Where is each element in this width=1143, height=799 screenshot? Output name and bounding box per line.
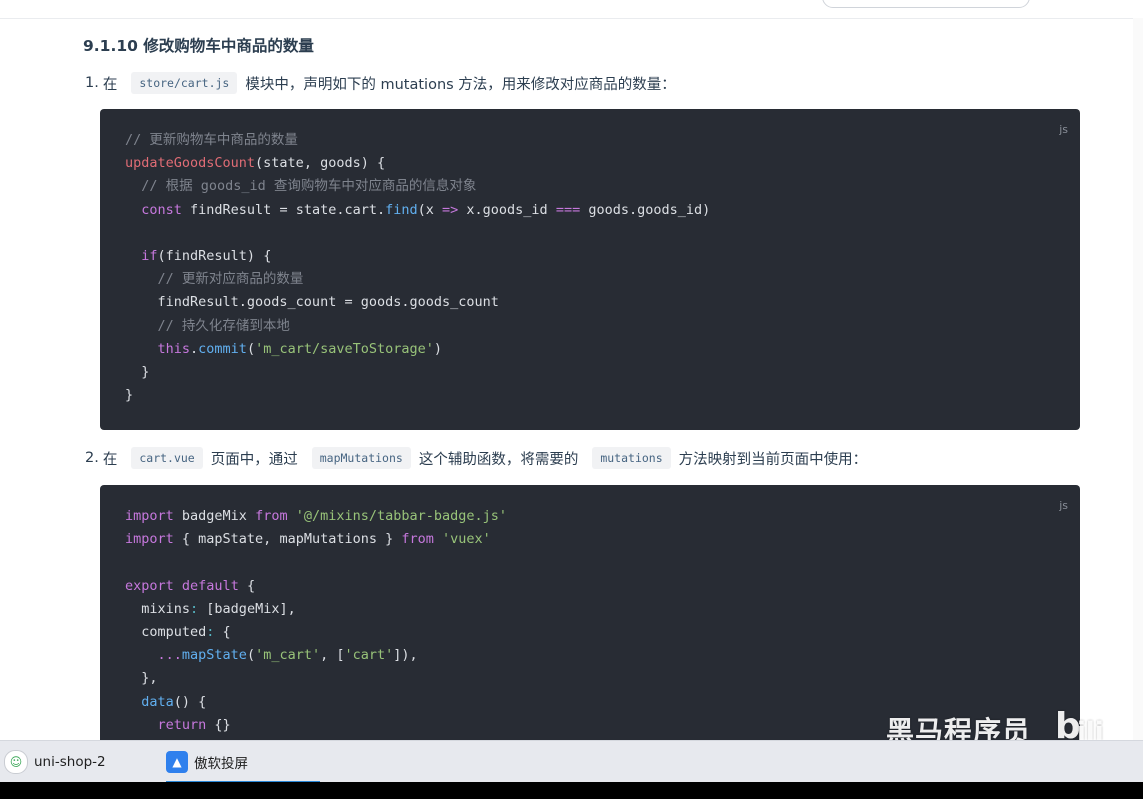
step-text: 页面中，通过 xyxy=(210,451,298,468)
code-line: }, xyxy=(125,670,158,687)
code-lang-label: js xyxy=(1059,123,1068,136)
code-line: return {} xyxy=(157,716,231,733)
code-line: data() { xyxy=(141,693,207,710)
search-box[interactable] xyxy=(822,0,1030,8)
taskbar: ☺ uni-shop-2 ▲ 傲软投屏 xyxy=(0,740,1143,783)
scrollbar-track[interactable] xyxy=(1133,18,1143,740)
taskbar-item-label: uni-shop-2 xyxy=(34,754,106,770)
step-text: 在 xyxy=(102,76,118,93)
code-line: // 持久化存储到本地 xyxy=(125,317,290,334)
taskbar-item-label: 傲软投屏 xyxy=(194,756,248,772)
step-number: 2. xyxy=(85,450,99,466)
code-line: import { mapState, mapMutations } from '… xyxy=(125,531,491,548)
code-line: // 根据 goods_id 查询购物车中对应商品的信息对象 xyxy=(125,178,477,195)
code-block-2: js import badgeMix from '@/mixins/tabbar… xyxy=(100,485,1080,745)
inline-code: mutations xyxy=(592,447,671,469)
step-2: 2. 在 cart.vue 页面中，通过 mapMutations 这个辅助函数… xyxy=(85,447,873,469)
step-1: 1. 在 store/cart.js 模块中，声明如下的 mutations 方… xyxy=(85,72,682,94)
step-text: 在 xyxy=(102,451,118,468)
taskbar-item-apowermirror[interactable]: ▲ 傲软投屏 xyxy=(166,741,320,783)
inline-code: store/cart.js xyxy=(131,72,238,94)
code-line: // 更新购物车中商品的数量 xyxy=(125,132,298,148)
screen-bottom-bar xyxy=(0,782,1143,799)
apowermirror-icon: ▲ xyxy=(166,751,188,773)
code-line: mixins: [badgeMix], xyxy=(125,600,296,617)
code-line: import badgeMix from '@/mixins/tabbar-ba… xyxy=(125,508,508,524)
code-line: } xyxy=(125,387,134,404)
code-block-1: js // 更新购物车中商品的数量 updateGoodsCount(state,… xyxy=(100,109,1080,430)
code-content: import badgeMix from '@/mixins/tabbar-ba… xyxy=(125,505,507,737)
top-bar xyxy=(0,0,1143,19)
code-line: updateGoodsCount(state, goods) { xyxy=(125,155,386,172)
code-line: const findResult = state.cart.find(x => … xyxy=(141,201,711,218)
step-text: 这个辅助函数，将需要的 xyxy=(418,451,579,468)
inline-code: cart.vue xyxy=(131,447,203,469)
code-lang-label: js xyxy=(1059,499,1068,512)
inline-code: mapMutations xyxy=(311,447,411,469)
step-text: 模块中，声明如下的 mutations 方法，用来修改对应商品的数量： xyxy=(245,76,676,93)
step-number: 1. xyxy=(85,75,99,91)
step-text: 方法映射到当前页面中使用： xyxy=(678,451,868,468)
code-line: } xyxy=(125,363,150,380)
code-line: ...mapState('m_cart', ['cart']), xyxy=(157,647,418,664)
taskbar-item-uni-shop[interactable]: ☺ uni-shop-2 xyxy=(4,741,106,783)
code-content: // 更新购物车中商品的数量 updateGoodsCount(state, go… xyxy=(125,129,710,407)
code-line: // 更新对应商品的数量 xyxy=(125,271,304,288)
code-line: if(findResult) { xyxy=(141,247,272,264)
wechat-devtools-icon: ☺ xyxy=(4,750,28,774)
code-line: this.commit('m_cart/saveToStorage') xyxy=(157,340,443,357)
code-line: findResult.goods_count = goods.goods_cou… xyxy=(125,294,499,311)
code-line: export default { xyxy=(125,577,256,594)
section-heading: 9.1.10 修改购物车中商品的数量 xyxy=(83,37,314,55)
code-line: computed: { xyxy=(125,623,231,640)
